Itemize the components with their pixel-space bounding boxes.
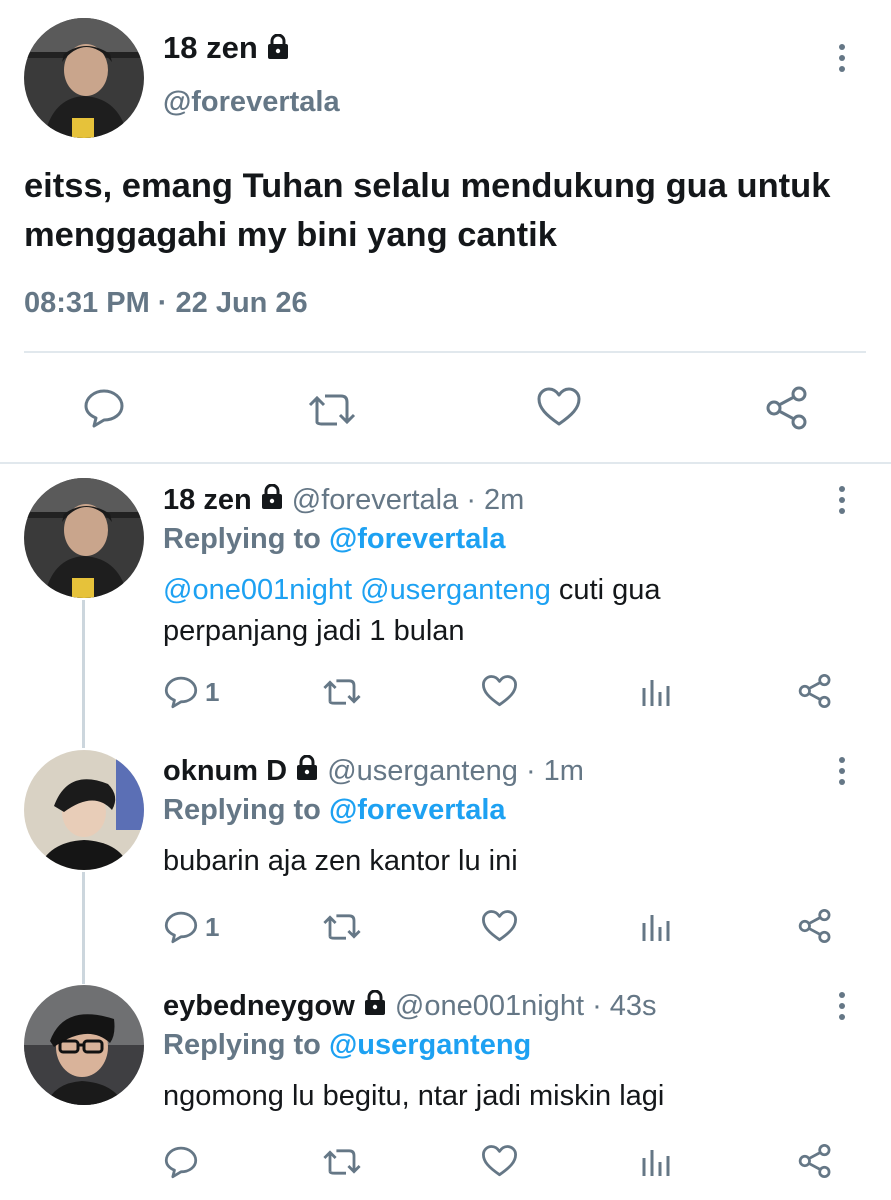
reply-age: · 1m [525,755,584,787]
avatar[interactable] [24,478,144,598]
author-name[interactable]: 18 zen [163,484,252,516]
tweet-timestamp[interactable]: 08:31 PM · 22 Jun 26 [24,287,308,320]
analytics-icon [642,1150,670,1176]
retweet-button[interactable] [322,1146,362,1178]
retweet-icon [323,679,361,705]
tweet-text: eitss, emang Tuhan selalu mendukung gua … [24,167,831,254]
reply-button[interactable]: 1 [163,909,219,945]
like-button[interactable] [481,674,518,708]
like-icon [537,387,581,426]
reply-button[interactable]: 1 [163,674,219,710]
analytics-icon [642,680,670,706]
analytics-button[interactable] [640,676,672,708]
retweet-button[interactable] [307,390,357,430]
reply-header: 18 zen @forevertala · 2m [163,483,525,518]
share-button[interactable] [764,385,810,431]
like-button[interactable] [481,909,518,943]
lock-icon [363,989,387,1024]
mention-link[interactable]: @one001night [163,574,352,606]
lock-icon [295,754,319,789]
author-handle[interactable]: @one001night [395,990,584,1022]
author-name[interactable]: eybedneygow [163,990,355,1022]
like-button[interactable] [481,1144,518,1178]
author-name[interactable]: oknum D [163,755,287,787]
author-handle[interactable]: @userganteng [327,755,518,787]
reply-icon [164,1146,198,1179]
more-options-icon[interactable] [830,751,854,791]
reply-icon [164,911,198,944]
retweet-button[interactable] [322,911,362,943]
avatar[interactable] [24,985,144,1105]
reply-button[interactable] [163,1144,205,1180]
replying-to-link[interactable]: @forevertala [329,523,506,555]
lock-icon [266,32,290,68]
section-divider [0,462,891,464]
analytics-icon [642,915,670,941]
more-options-icon[interactable] [830,38,854,78]
divider [24,351,866,353]
share-icon [798,673,831,709]
reply-icon [84,389,124,428]
share-button[interactable] [797,673,833,709]
like-icon [482,910,517,942]
reply-text: bubarin aja zen kantor lu ini [163,845,518,877]
like-button[interactable] [536,386,582,428]
analytics-button[interactable] [640,911,672,943]
reply-button[interactable] [82,386,126,430]
reply-text: @one001night @userganteng cuti gua perpa… [163,574,661,647]
author-handle[interactable]: @forevertala [163,86,340,119]
share-button[interactable] [797,908,833,944]
replying-to-link[interactable]: @userganteng [329,1029,531,1061]
reply-header: eybedneygow @one001night · 43s [163,989,657,1024]
replying-to: Replying to @userganteng [163,1029,532,1061]
retweet-button[interactable] [322,676,362,708]
thread-line [82,600,85,748]
retweet-icon [323,1149,361,1175]
like-icon [482,675,517,707]
lock-icon [260,483,284,518]
author-handle[interactable]: @forevertala [292,484,458,516]
reply-age: · 43s [592,990,657,1022]
reply-icon [164,676,198,709]
more-options-icon[interactable] [830,480,854,520]
reply-count: 1 [205,676,220,707]
thread-line [82,872,85,984]
avatar[interactable] [24,18,144,138]
replying-to: Replying to @forevertala [163,523,506,555]
retweet-icon [323,914,361,940]
replying-to-link[interactable]: @forevertala [329,794,506,826]
avatar[interactable] [24,750,144,870]
author-name[interactable]: 18 zen [163,30,290,68]
mention-link[interactable]: @userganteng [360,574,551,606]
like-icon [482,1145,517,1177]
share-icon [798,1143,831,1179]
more-options-icon[interactable] [830,986,854,1026]
reply-header: oknum D @userganteng · 1m [163,754,584,789]
share-icon [766,386,807,430]
reply-age: · 2m [466,484,525,516]
replying-to: Replying to @forevertala [163,794,506,826]
retweet-icon [308,394,356,426]
share-icon [798,908,831,944]
share-button[interactable] [797,1143,833,1179]
analytics-button[interactable] [640,1146,672,1178]
reply-count: 1 [205,911,220,942]
reply-text: ngomong lu begitu, ntar jadi miskin lagi [163,1080,665,1112]
